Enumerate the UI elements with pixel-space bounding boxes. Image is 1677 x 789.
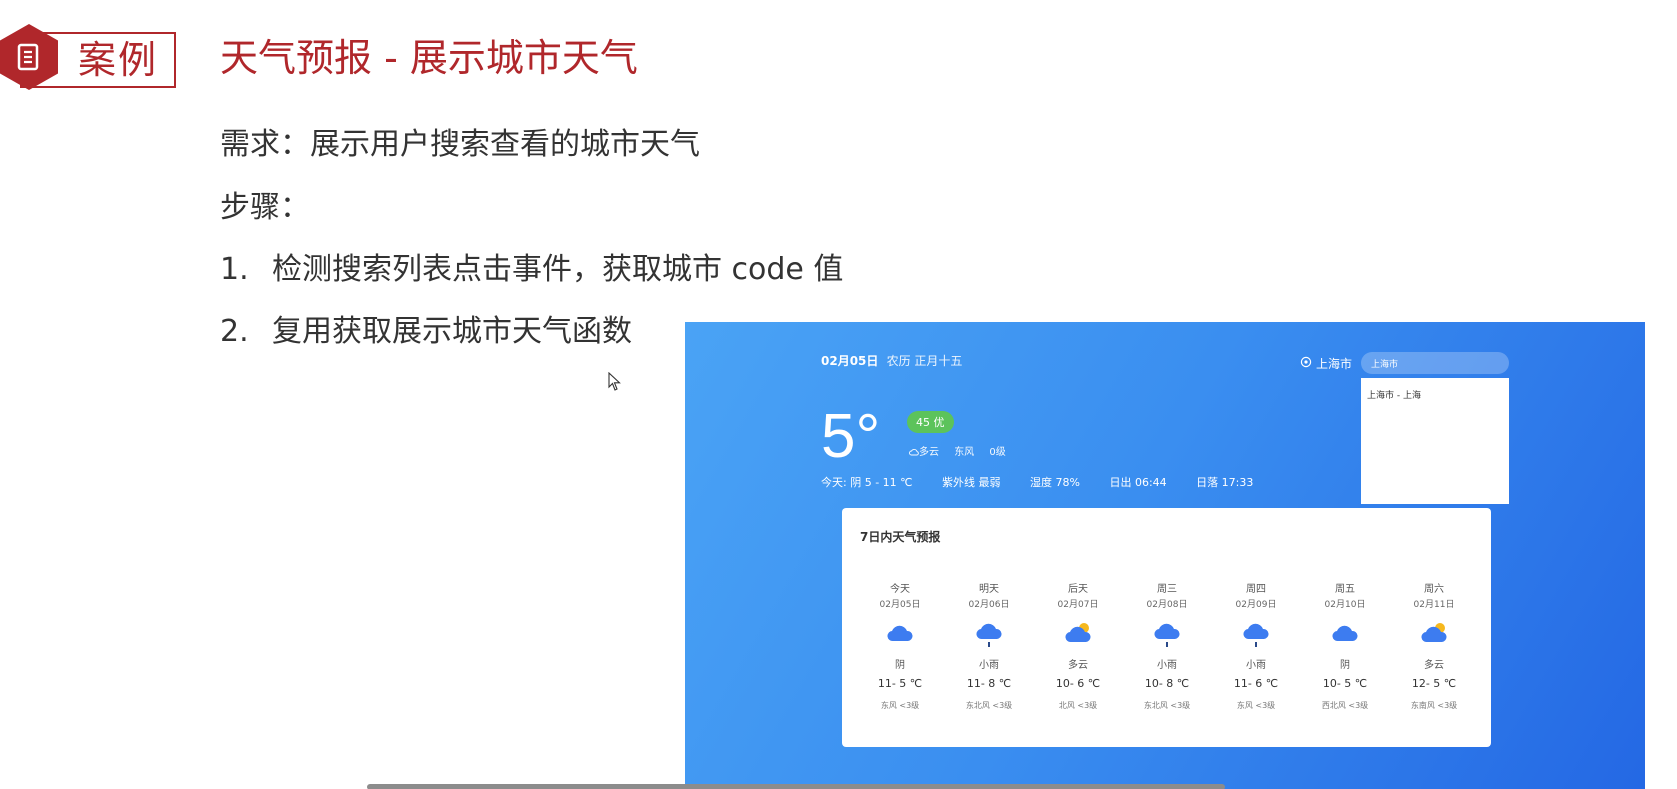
cloud-small-icon	[909, 449, 919, 456]
location-pin-icon	[1300, 356, 1312, 371]
day-wind: 西北风 <3级	[1321, 701, 1369, 710]
current-condition: 多云 东风 0级	[909, 443, 1018, 458]
partly-cloudy-icon	[1063, 620, 1093, 650]
step-text: 检测搜索列表点击事件，获取城市 code 值	[272, 252, 844, 287]
step-number: 1.	[220, 252, 249, 287]
day-name: 今天	[890, 584, 910, 595]
day-date: 02月11日	[1413, 600, 1455, 610]
day-date: 02月05日	[879, 600, 921, 610]
search-results-list: 上海市 - 上海	[1361, 378, 1509, 504]
today-summary: 今天: 阴 5 - 11 ℃ 紫外线 最弱 湿度 78% 日出 06:44 日落…	[821, 474, 1279, 490]
location[interactable]: 上海市	[1300, 355, 1352, 372]
day-temp: 12- 5 ℃	[1411, 677, 1457, 690]
day-date: 02月10日	[1324, 600, 1366, 610]
day-weather: 多云	[1424, 660, 1444, 671]
day-name: 周三	[1157, 584, 1177, 595]
uv-index: 紫外线 最弱	[942, 476, 1001, 489]
current-date: 02月05日 农历 正月十五	[821, 352, 962, 369]
day-weather: 阴	[1340, 660, 1350, 671]
forecast-day: 今天 02月05日 阴 11- 5 ℃ 东风 <3级	[860, 580, 940, 711]
day-date: 02月08日	[1146, 600, 1188, 610]
horizontal-scrollbar[interactable]	[367, 784, 1225, 789]
partly-cloudy-icon	[1419, 620, 1449, 650]
sunset: 日落 17:33	[1196, 476, 1254, 489]
day-weather: 阴	[895, 660, 905, 671]
forecast-day: 周四 02月09日 小雨 11- 6 ℃ 东风 <3级	[1216, 580, 1296, 711]
aqi-badge: 45 优	[907, 411, 954, 433]
today-range: 今天: 阴 5 - 11 ℃	[821, 476, 913, 489]
step-item: 2. 复用获取展示城市天气函数	[220, 312, 632, 352]
case-badge: 案例	[0, 22, 176, 90]
forecast-card: 7日内天气预报 今天 02月05日 阴 11- 5 ℃ 东风 <3级 明天 02…	[842, 508, 1491, 747]
sunrise: 日出 06:44	[1109, 476, 1167, 489]
day-wind: 东北风 <3级	[965, 701, 1013, 710]
condition-weather: 多云	[909, 447, 942, 458]
day-temp: 10- 8 ℃	[1144, 677, 1190, 690]
forecast-title: 7日内天气预报	[860, 530, 941, 544]
cloudy-icon	[885, 620, 915, 650]
cloudy-icon	[1330, 620, 1360, 650]
day-temp: 11- 5 ℃	[877, 677, 923, 690]
day-wind: 东风 <3级	[880, 701, 920, 710]
city-search-input[interactable]	[1361, 352, 1509, 374]
step-item: 1. 检测搜索列表点击事件，获取城市 code 值	[220, 250, 843, 290]
mouse-cursor-icon	[608, 371, 622, 396]
day-temp: 10- 5 ℃	[1322, 677, 1368, 690]
forecast-days: 今天 02月05日 阴 11- 5 ℃ 东风 <3级 明天 02月06日 小雨 …	[860, 580, 1474, 711]
day-weather: 多云	[1068, 660, 1088, 671]
day-wind: 东北风 <3级	[1143, 701, 1191, 710]
step-number: 2.	[220, 314, 249, 349]
day-wind: 东南风 <3级	[1410, 701, 1458, 710]
rain-icon	[974, 620, 1004, 650]
page-title: 天气预报 - 展示城市天气	[220, 36, 638, 80]
day-name: 周五	[1335, 584, 1355, 595]
day-weather: 小雨	[979, 660, 999, 671]
day-wind: 东风 <3级	[1236, 701, 1276, 710]
forecast-day: 周五 02月10日 阴 10- 5 ℃ 西北风 <3级	[1305, 580, 1385, 711]
day-weather: 小雨	[1246, 660, 1266, 671]
day-name: 明天	[979, 584, 999, 595]
lunar-date: 农历 正月十五	[886, 354, 963, 368]
current-temperature: 5°	[821, 402, 881, 471]
forecast-day: 周三 02月08日 小雨 10- 8 ℃ 东北风 <3级	[1127, 580, 1207, 711]
forecast-day: 周六 02月11日 多云 12- 5 ℃ 东南风 <3级	[1394, 580, 1474, 711]
day-date: 02月09日	[1235, 600, 1277, 610]
day-weather: 小雨	[1157, 660, 1177, 671]
steps-label: 步骤：	[220, 190, 310, 225]
date-text: 02月05日	[821, 354, 879, 368]
step-text: 复用获取展示城市天气函数	[272, 314, 632, 349]
rain-icon	[1152, 620, 1182, 650]
day-name: 周六	[1424, 584, 1444, 595]
day-date: 02月06日	[968, 600, 1010, 610]
day-temp: 10- 6 ℃	[1055, 677, 1101, 690]
rain-icon	[1241, 620, 1271, 650]
location-name: 上海市	[1316, 357, 1353, 371]
requirement-text: 需求：展示用户搜索查看的城市天气	[220, 127, 700, 162]
search-result-item[interactable]: 上海市 - 上海	[1361, 378, 1509, 411]
forecast-day: 明天 02月06日 小雨 11- 8 ℃ 东北风 <3级	[949, 580, 1029, 711]
day-date: 02月07日	[1057, 600, 1099, 610]
weather-app-screenshot: 02月05日 农历 正月十五 上海市 上海市 - 上海 5° 45 优 多云 东…	[685, 322, 1645, 789]
day-temp: 11- 6 ℃	[1233, 677, 1279, 690]
condition-wind-dir: 东风	[954, 447, 975, 458]
humidity: 湿度 78%	[1030, 476, 1080, 489]
badge-label: 案例	[78, 38, 159, 82]
day-temp: 11- 8 ℃	[966, 677, 1012, 690]
day-wind: 北风 <3级	[1058, 701, 1098, 710]
condition-wind-level: 0级	[989, 447, 1006, 458]
day-name: 周四	[1246, 584, 1266, 595]
day-name: 后天	[1068, 584, 1088, 595]
forecast-day: 后天 02月07日 多云 10- 6 ℃ 北风 <3级	[1038, 580, 1118, 711]
